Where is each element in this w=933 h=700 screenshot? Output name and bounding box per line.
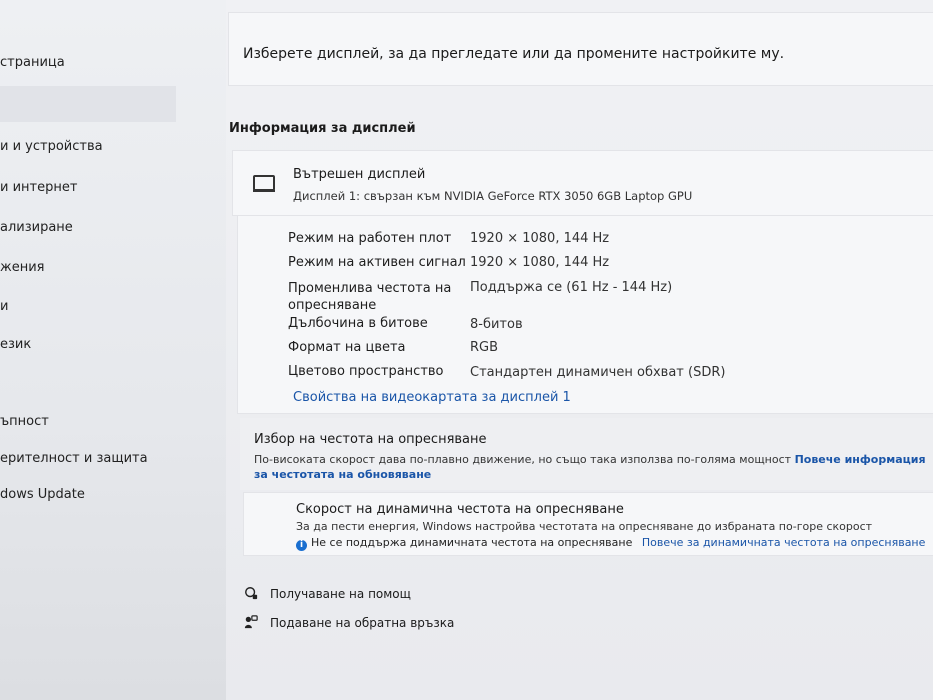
display-card[interactable]: Вътрешен дисплей Дисплей 1: свързан към … [232,150,933,216]
refresh-rate-description-text: По-високата скорост дава по-плавно движе… [254,453,792,466]
section-title: Информация за дисплей [229,121,416,136]
display-name: Вътрешен дисплей [293,167,426,182]
sidebar-item-home[interactable]: страница [0,55,65,70]
help-icon [245,587,258,600]
info-label: Цветово пространство [288,364,444,379]
info-label: Режим на активен сигнал [288,255,466,270]
sidebar-item-privacy[interactable]: ерителност и защита [0,451,148,466]
display-info-card: Режим на работен плот 1920 × 1080, 144 H… [237,215,933,414]
display-subtitle: Дисплей 1: свързан към NVIDIA GeForce RT… [293,189,693,203]
refresh-rate-card: Избор на честота на опресняване По-висок… [240,418,933,490]
dynamic-refresh-note: i Не се поддържа динамичната честота на о… [296,536,925,551]
main-content: Изберете дисплей, за да прегледате или д… [226,0,933,700]
feedback-label: Подаване на обратна връзка [270,616,455,630]
dynamic-refresh-more-link[interactable]: Повече за динамичната честота на опресня… [642,536,926,549]
dynamic-refresh-description: За да пести енергия, Windows настройва ч… [296,520,873,533]
feedback-icon [244,615,258,629]
sidebar: страница и и устройства и интернет ализи… [0,0,226,700]
sidebar-item-language[interactable]: език [0,337,31,352]
sidebar-item-devices[interactable]: и и устройства [0,139,103,154]
refresh-rate-title: Избор на честота на опресняване [254,432,487,447]
dynamic-refresh-card: Скорост на динамична честота на опресняв… [243,492,933,556]
info-label: Режим на работен плот [288,231,452,246]
get-help-label: Получаване на помощ [270,587,411,601]
info-value: Поддържа се (61 Hz - 144 Hz) [470,280,673,295]
info-label: Дълбочина в битове [288,316,428,331]
sidebar-selected-highlight [0,86,176,122]
sidebar-item-windows-update[interactable]: dows Update [0,487,85,502]
sidebar-item-accounts[interactable]: и [0,299,8,314]
info-icon: i [296,540,307,551]
gpu-properties-link[interactable]: Свойства на видеокартата за дисплей 1 [293,390,571,405]
sidebar-item-apps[interactable]: жения [0,260,44,275]
info-value: RGB [470,340,499,355]
info-value: 1920 × 1080, 144 Hz [470,231,610,246]
info-value: 8-битов [470,317,523,332]
dynamic-refresh-note-text: Не се поддържа динамичната честота на оп… [311,536,633,549]
sidebar-item-accessibility[interactable]: ъпност [0,414,49,429]
info-value: 1920 × 1080, 144 Hz [470,255,610,270]
feedback-link[interactable]: Подаване на обратна връзка [244,615,454,630]
monitor-icon [253,175,275,192]
display-select-card: Изберете дисплей, за да прегледате или д… [228,12,933,86]
sidebar-item-personalization[interactable]: ализиране [0,220,73,235]
dynamic-refresh-title: Скорост на динамична честота на опресняв… [296,502,624,517]
get-help-link[interactable]: Получаване на помощ [244,586,411,601]
info-label: Формат на цвета [288,340,406,355]
info-value: Стандартен динамичен обхват (SDR) [470,365,726,380]
sidebar-item-network[interactable]: и интернет [0,180,77,195]
refresh-rate-description: По-високата скорост дава по-плавно движе… [254,452,933,482]
display-select-message: Изберете дисплей, за да прегледате или д… [243,46,785,62]
info-label: Променлива честота на опресняване [288,281,452,313]
